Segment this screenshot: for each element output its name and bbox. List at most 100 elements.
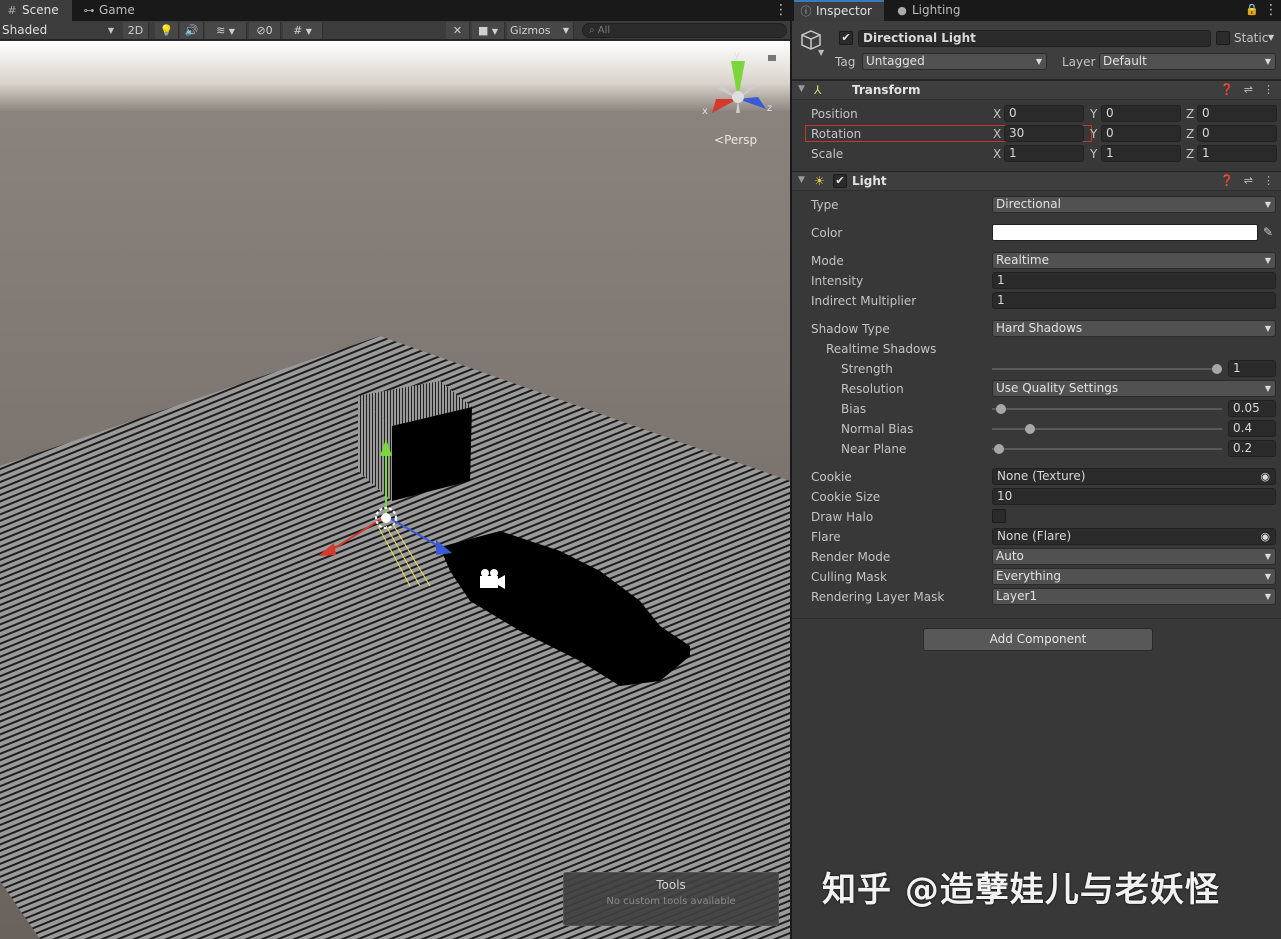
- chevron-down-icon: ▼: [107, 26, 114, 35]
- static-checkbox[interactable]: [1216, 31, 1230, 45]
- grid-snap-dropdown[interactable]: # ▼: [283, 22, 323, 39]
- shadow-type-dropdown[interactable]: Hard Shadows ▼: [992, 320, 1276, 337]
- lock-icon[interactable]: 🔒: [1245, 2, 1259, 18]
- cookie-size-field[interactable]: 10: [992, 488, 1276, 505]
- effects-dropdown[interactable]: ≋ ▼: [205, 22, 247, 39]
- add-component-button[interactable]: Add Component: [923, 628, 1153, 651]
- hidden-objects-button[interactable]: ⊘0: [249, 22, 281, 39]
- object-header: ▼ ✔ Directional Light Static ▼ Tag Untag…: [792, 21, 1281, 80]
- position-x-field[interactable]: 0: [1004, 105, 1084, 122]
- tab-game[interactable]: ⊶ Game: [77, 0, 149, 21]
- chevron-down-icon[interactable]: ▼: [818, 48, 824, 57]
- tab-scene[interactable]: # Scene: [0, 0, 72, 21]
- scale-z-field[interactable]: 1: [1197, 145, 1277, 162]
- normal-bias-field[interactable]: 0.4: [1228, 420, 1276, 437]
- scene-viewport[interactable]: x y z: [0, 41, 790, 939]
- near-plane-slider-track[interactable]: [992, 448, 1222, 450]
- normal-bias-slider-thumb[interactable]: [1025, 424, 1035, 434]
- tab-inspector[interactable]: ⓘ Inspector: [794, 0, 884, 21]
- mode-dropdown[interactable]: Realtime ▼: [992, 252, 1276, 269]
- scene-more-icon[interactable]: ⋮: [774, 2, 788, 18]
- preset-icon[interactable]: ⇌: [1244, 174, 1253, 187]
- layers-icon: ≋: [216, 24, 226, 37]
- projection-toggle[interactable]: <Persp: [714, 133, 757, 147]
- grid-icon: #: [7, 4, 17, 17]
- chevron-down-icon[interactable]: ▼: [1268, 33, 1274, 42]
- inspector-more-icon[interactable]: ⋮: [1264, 2, 1278, 18]
- position-y-field[interactable]: 0: [1101, 105, 1181, 122]
- object-name-field[interactable]: Directional Light: [858, 30, 1211, 47]
- bias-slider-thumb[interactable]: [996, 404, 1007, 414]
- toggle-2d-button[interactable]: 2D: [123, 22, 149, 39]
- bias-field[interactable]: 0.05: [1228, 400, 1276, 417]
- fold-arrow-icon[interactable]: ▼: [798, 175, 805, 185]
- chevron-down-icon: ▼: [1264, 324, 1271, 333]
- transform-title: Transform: [852, 83, 921, 97]
- resolution-dropdown[interactable]: Use Quality Settings ▼: [992, 380, 1276, 397]
- draw-mode-dropdown[interactable]: Shaded ▼: [0, 21, 117, 40]
- type-dropdown[interactable]: Directional ▼: [992, 196, 1276, 213]
- chevron-down-icon: ▼: [1264, 200, 1271, 209]
- chevron-down-icon: ▼: [305, 27, 312, 36]
- draw-halo-checkbox[interactable]: [992, 509, 1006, 523]
- intensity-field[interactable]: 1: [992, 272, 1276, 289]
- rotation-y-field[interactable]: 0: [1101, 125, 1181, 142]
- scale-y-field[interactable]: 1: [1101, 145, 1181, 162]
- indirect-multiplier-field[interactable]: 1: [992, 292, 1276, 309]
- eyedropper-icon[interactable]: ✎: [1263, 225, 1273, 239]
- fold-arrow-icon[interactable]: ▼: [798, 84, 805, 94]
- tag-label: Tag: [835, 55, 856, 69]
- search-icon: ⌕: [589, 25, 595, 36]
- help-icon[interactable]: ❓: [1220, 83, 1234, 96]
- light-title: Light: [852, 174, 887, 188]
- color-swatch[interactable]: [992, 224, 1258, 241]
- tag-dropdown[interactable]: Untagged ▼: [862, 53, 1047, 70]
- help-icon[interactable]: ❓: [1220, 174, 1234, 187]
- cookie-field[interactable]: None (Texture) ◉: [992, 468, 1276, 485]
- axis-y-label: Y: [1090, 147, 1098, 161]
- cookie-label: Cookie: [811, 470, 852, 484]
- component-menu-icon[interactable]: ⋮: [1263, 83, 1274, 96]
- camera-dropdown[interactable]: ■ ▼: [472, 22, 505, 39]
- lock-icon[interactable]: [768, 55, 776, 61]
- bulb-icon: ●: [897, 4, 907, 17]
- object-picker-icon[interactable]: ◉: [1260, 529, 1270, 544]
- layer-dropdown[interactable]: Default ▼: [1099, 53, 1276, 70]
- light-component-icon: ☀: [814, 174, 825, 188]
- audio-toggle-button[interactable]: 🔊: [180, 22, 204, 39]
- object-picker-icon[interactable]: ◉: [1260, 469, 1270, 484]
- lighting-toggle-button[interactable]: 💡: [155, 22, 179, 39]
- strength-slider-track[interactable]: [992, 368, 1222, 370]
- near-plane-field[interactable]: 0.2: [1228, 440, 1276, 457]
- rotation-z-field[interactable]: 0: [1197, 125, 1277, 142]
- strength-slider-thumb[interactable]: [1212, 364, 1222, 374]
- tab-lighting[interactable]: ● Lighting: [890, 0, 980, 21]
- scene-search-input[interactable]: ⌕ All: [582, 23, 787, 38]
- object-active-checkbox[interactable]: ✔: [839, 31, 853, 45]
- gizmos-dropdown[interactable]: Gizmos ▼: [507, 22, 574, 39]
- near-plane-label: Near Plane: [841, 442, 907, 456]
- render-mode-dropdown[interactable]: Auto ▼: [992, 548, 1276, 565]
- preset-icon[interactable]: ⇌: [1244, 83, 1253, 96]
- scene-tab-bar: # Scene ⊶ Game ⋮: [0, 0, 790, 21]
- strength-field[interactable]: 1: [1228, 360, 1276, 377]
- flare-field[interactable]: None (Flare) ◉: [992, 528, 1276, 545]
- eye-slash-icon: ⊘: [256, 24, 266, 37]
- rendering-layer-mask-dropdown[interactable]: Layer1 ▼: [992, 588, 1276, 605]
- tools-button[interactable]: ✕: [446, 22, 470, 39]
- near-plane-slider-thumb[interactable]: [994, 444, 1005, 454]
- position-z-field[interactable]: 0: [1197, 105, 1277, 122]
- scale-x-field[interactable]: 1: [1004, 145, 1084, 162]
- tools-overlay[interactable]: Tools No custom tools available: [563, 872, 779, 926]
- component-menu-icon[interactable]: ⋮: [1263, 174, 1274, 187]
- rotation-x-field[interactable]: 30: [1004, 125, 1084, 142]
- culling-mask-label: Culling Mask: [811, 570, 887, 584]
- transform-header[interactable]: ▼ ⅄ Transform ❓ ⇌ ⋮: [792, 80, 1281, 100]
- axis-x-label: X: [993, 107, 1002, 121]
- axis-z-label: Z: [1186, 127, 1195, 141]
- bias-slider-track[interactable]: [992, 408, 1222, 410]
- light-header[interactable]: ▼ ☀ ✔ Light ❓ ⇌ ⋮: [792, 171, 1281, 191]
- gamepad-icon: ⊶: [83, 4, 95, 17]
- culling-mask-dropdown[interactable]: Everything ▼: [992, 568, 1276, 585]
- light-enabled-checkbox[interactable]: ✔: [833, 174, 847, 188]
